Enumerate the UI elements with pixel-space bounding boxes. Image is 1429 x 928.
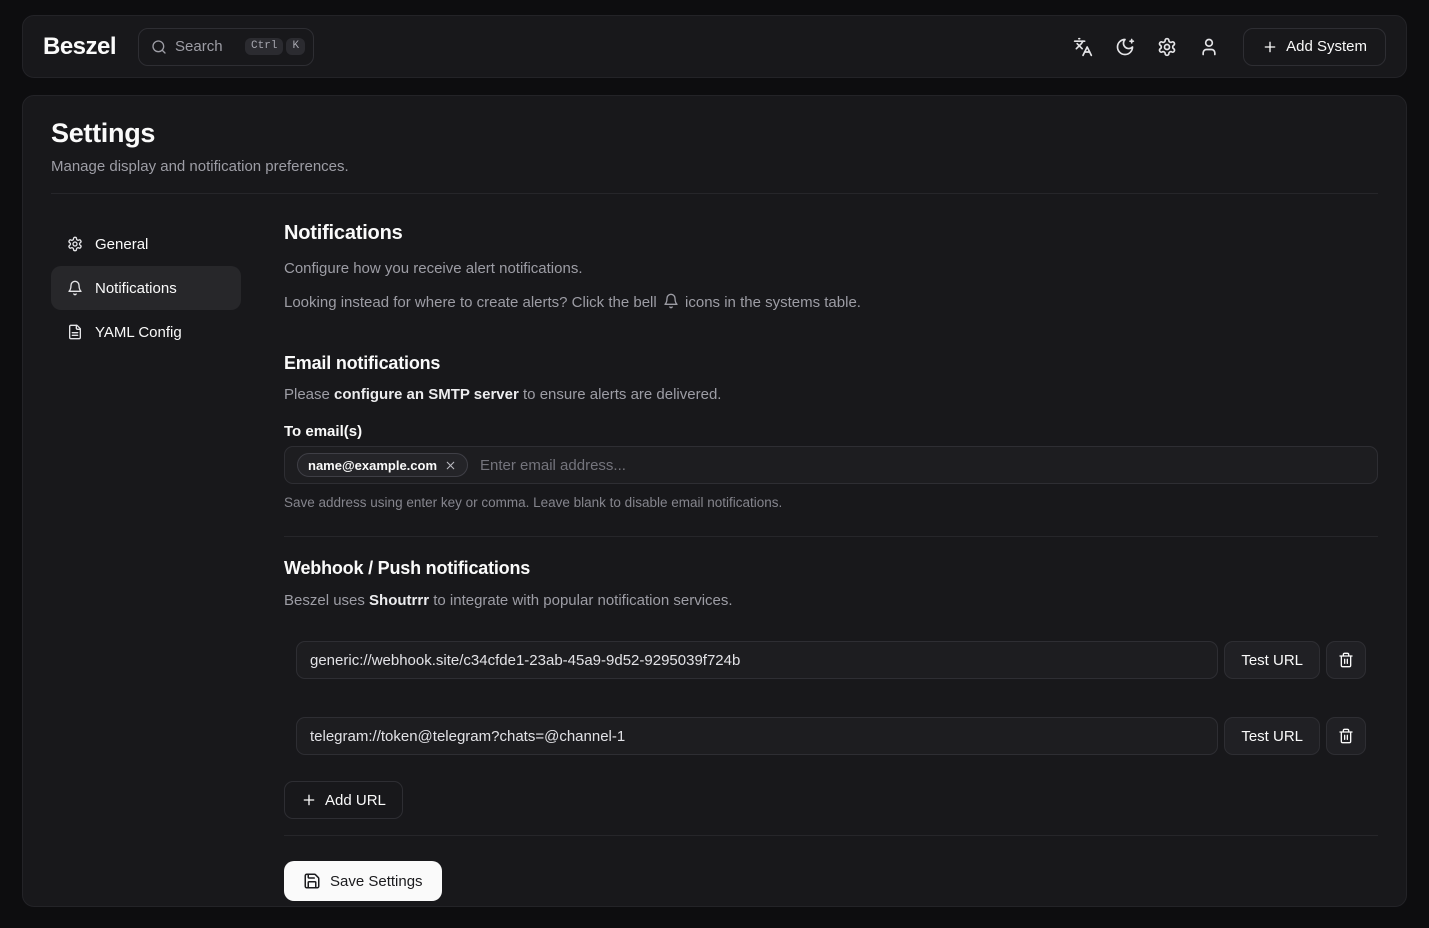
top-navbar: Beszel Search Ctrl K Add System [22,15,1407,78]
test-url-button[interactable]: Test URL [1224,641,1320,679]
smtp-server-link[interactable]: configure an SMTP server [334,386,519,403]
bell-icon [67,280,83,296]
smtp-suffix: to ensure alerts are delivered. [519,386,722,403]
kbd-ctrl: Ctrl [245,38,283,55]
footer-divider [284,835,1378,836]
add-system-button[interactable]: Add System [1243,28,1386,66]
add-url-label: Add URL [325,792,386,809]
moon-star-icon [1115,37,1135,57]
smtp-prefix: Please [284,386,334,403]
settings-card: Settings Manage display and notification… [22,95,1407,907]
shoutrrr-link[interactable]: Shoutrrr [369,592,429,609]
search-input[interactable]: Search Ctrl K [138,28,314,66]
language-button[interactable] [1065,29,1101,65]
webhook-description: Beszel uses Shoutrrr to integrate with p… [284,590,1378,611]
notifications-hint: Looking instead for where to create aler… [284,292,1378,313]
languages-icon [1073,37,1093,57]
webhook-url-row: Test URL [296,717,1366,755]
settings-button[interactable] [1149,29,1185,65]
kbd-k: K [286,38,305,55]
bell-icon [663,293,679,309]
notifications-panel: Notifications Configure how you receive … [284,222,1378,901]
test-url-label: Test URL [1241,728,1303,745]
save-settings-button[interactable]: Save Settings [284,861,442,901]
search-icon [151,39,167,55]
webhook-desc-prefix: Beszel uses [284,592,369,609]
plus-icon [1262,39,1278,55]
hint-suffix: icons in the systems table. [681,294,861,311]
smtp-note: Please configure an SMTP server to ensur… [284,384,1378,405]
app-logo: Beszel [43,33,116,61]
sidebar-item-general[interactable]: General [51,222,241,266]
section-title-webhook: Webhook / Push notifications [284,558,1378,579]
sidebar-item-yaml-config[interactable]: YAML Config [51,310,241,354]
sidebar-item-label: YAML Config [95,324,182,341]
gear-icon [67,236,83,252]
test-url-button[interactable]: Test URL [1224,717,1320,755]
delete-url-button[interactable] [1326,717,1366,755]
file-text-icon [67,324,83,340]
trash-icon [1338,728,1354,744]
sidebar-item-label: General [95,236,148,253]
user-icon [1199,37,1219,57]
user-menu-button[interactable] [1191,29,1227,65]
page-subtitle: Manage display and notification preferen… [51,158,1378,175]
sidebar-item-notifications[interactable]: Notifications [51,266,241,310]
save-icon [303,872,321,890]
webhook-desc-suffix: to integrate with popular notification s… [429,592,733,609]
to-emails-label: To email(s) [284,423,1378,440]
search-placeholder: Search [175,38,245,55]
theme-toggle-button[interactable] [1107,29,1143,65]
remove-email-icon[interactable] [444,459,457,472]
hint-prefix: Looking instead for where to create aler… [284,294,661,311]
add-system-label: Add System [1286,38,1367,55]
webhook-url-row: Test URL [296,641,1366,679]
plus-icon [301,792,317,808]
add-url-button[interactable]: Add URL [284,781,403,819]
settings-content: General Notifications YAML Config Notifi… [51,222,1378,901]
email-chip: name@example.com [297,453,468,477]
delete-url-button[interactable] [1326,641,1366,679]
settings-sidebar: General Notifications YAML Config [51,222,241,901]
test-url-label: Test URL [1241,652,1303,669]
email-help-text: Save address using enter key or comma. L… [284,495,1378,510]
section-title-notifications: Notifications [284,222,1378,245]
email-tags-input[interactable]: name@example.com [284,446,1378,484]
section-title-email: Email notifications [284,353,1378,374]
gear-icon [1157,37,1177,57]
page-title: Settings [51,118,1378,149]
header-divider [51,193,1378,194]
email-address-input[interactable] [480,457,1365,474]
section-divider [284,536,1378,537]
email-chip-value: name@example.com [308,458,437,473]
webhook-url-input[interactable] [296,717,1218,755]
webhook-url-input[interactable] [296,641,1218,679]
save-settings-label: Save Settings [330,873,423,890]
notifications-description: Configure how you receive alert notifica… [284,258,1378,279]
trash-icon [1338,652,1354,668]
sidebar-item-label: Notifications [95,280,177,297]
